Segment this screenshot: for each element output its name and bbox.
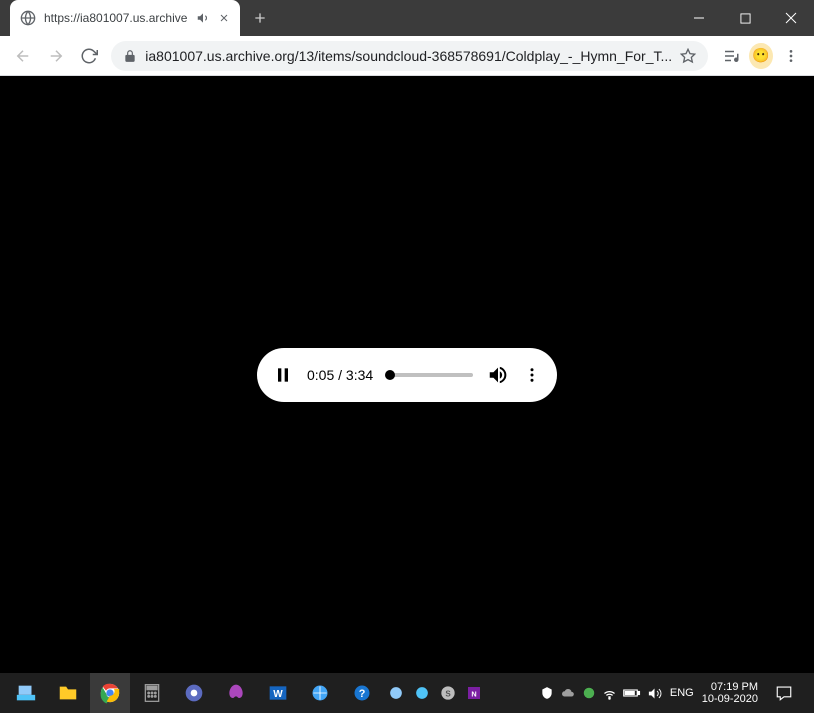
tray-volume-icon[interactable] — [647, 686, 662, 701]
tray-notifications[interactable] — [766, 673, 802, 713]
tray-app-icon[interactable] — [582, 686, 596, 700]
taskbar-app-blue[interactable] — [300, 673, 340, 713]
tray-wifi-icon[interactable] — [602, 686, 617, 701]
taskbar-app-2[interactable] — [410, 673, 434, 713]
profile-avatar[interactable]: 😶 — [749, 43, 773, 69]
new-tab-button[interactable] — [246, 0, 274, 36]
progress-bar[interactable] — [387, 373, 473, 377]
minimize-button[interactable] — [676, 0, 722, 36]
avatar-face-icon: 😶 — [752, 47, 769, 64]
player-more-button[interactable] — [523, 366, 541, 384]
taskbar-chrome[interactable] — [90, 673, 130, 713]
windows-taskbar: W ? S N ENG 07:19 PM 10-09-2020 — [0, 673, 814, 713]
close-window-button[interactable] — [768, 0, 814, 36]
tray-onedrive-icon[interactable] — [560, 686, 576, 700]
reload-button[interactable] — [74, 40, 103, 72]
svg-text:S: S — [445, 689, 451, 698]
tray-date-text: 10-09-2020 — [702, 693, 758, 705]
page-content: 0:05 / 3:34 — [0, 76, 814, 673]
url-text: ia801007.us.archive.org/13/items/soundcl… — [145, 48, 672, 64]
maximize-button[interactable] — [722, 0, 768, 36]
taskbar-paint[interactable] — [216, 673, 256, 713]
tab-title: https://ia801007.us.archive.o — [44, 11, 188, 25]
svg-text:W: W — [273, 689, 283, 700]
taskbar-word[interactable]: W — [258, 673, 298, 713]
progress-thumb[interactable] — [385, 370, 395, 380]
taskbar-help[interactable]: ? — [342, 673, 382, 713]
tray-language[interactable]: ENG — [670, 687, 694, 699]
taskbar-skype[interactable]: S — [436, 673, 460, 713]
tray-security-icon[interactable] — [540, 686, 554, 700]
window-controls — [676, 0, 814, 36]
forward-button[interactable] — [41, 40, 70, 72]
back-button[interactable] — [8, 40, 37, 72]
tray-icons — [540, 686, 662, 701]
lock-icon — [123, 49, 137, 63]
pause-button[interactable] — [273, 365, 293, 385]
globe-icon — [20, 10, 36, 26]
taskbar-start[interactable] — [6, 673, 46, 713]
svg-text:N: N — [471, 689, 476, 698]
taskbar-onenote[interactable]: N — [462, 673, 486, 713]
chrome-menu-button[interactable] — [777, 40, 806, 72]
close-tab-icon[interactable] — [218, 12, 230, 24]
taskbar-file-explorer[interactable] — [48, 673, 88, 713]
tray-clock[interactable]: 07:19 PM 10-09-2020 — [702, 681, 758, 705]
volume-button[interactable] — [487, 364, 509, 386]
system-tray: ENG 07:19 PM 10-09-2020 — [540, 673, 808, 713]
taskbar-calculator[interactable] — [132, 673, 172, 713]
tray-battery-icon[interactable] — [623, 687, 641, 699]
bookmark-star-icon[interactable] — [680, 48, 696, 64]
browser-toolbar: ia801007.us.archive.org/13/items/soundcl… — [0, 36, 814, 76]
taskbar-app-1[interactable] — [384, 673, 408, 713]
browser-tab[interactable]: https://ia801007.us.archive.o — [10, 0, 240, 36]
speaker-icon[interactable] — [196, 11, 210, 25]
tray-time-text: 07:19 PM — [702, 681, 758, 693]
time-display: 0:05 / 3:34 — [307, 367, 373, 383]
audio-player: 0:05 / 3:34 — [257, 348, 557, 402]
address-bar[interactable]: ia801007.us.archive.org/13/items/soundcl… — [111, 41, 708, 71]
media-control-icon[interactable] — [716, 40, 745, 72]
taskbar-chromium[interactable] — [174, 673, 214, 713]
browser-titlebar: https://ia801007.us.archive.o — [0, 0, 814, 36]
svg-text:?: ? — [359, 688, 366, 700]
